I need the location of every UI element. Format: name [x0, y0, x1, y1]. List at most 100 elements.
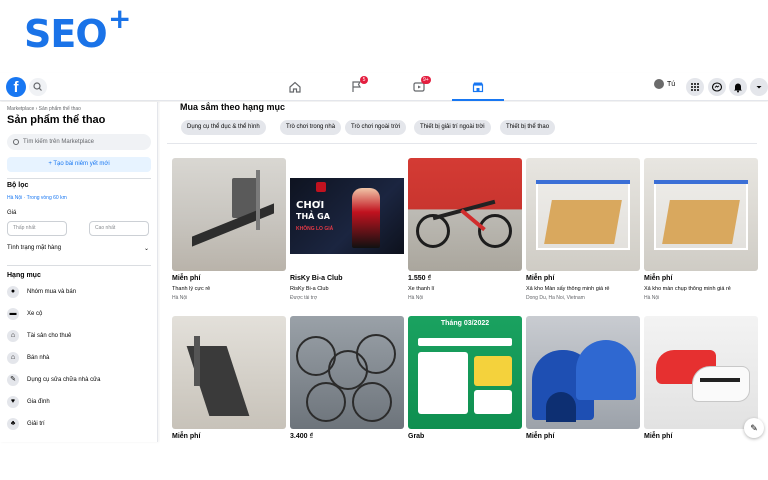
- listing-card[interactable]: Miễn phí: [172, 316, 286, 440]
- listing-card[interactable]: Miễn phí Xả kho Màn sấy thông minh giá r…: [526, 158, 640, 301]
- sidebar-item-vehicles[interactable]: ▬ Xe cộ: [7, 306, 151, 322]
- listing-card[interactable]: 1.550 ₫ Xe thanh lí Hà Nội: [408, 158, 522, 301]
- sidebar-item-label: Bán nhà: [27, 355, 50, 361]
- condition-dropdown[interactable]: Tình trạng mặt hàng ⌄: [7, 245, 151, 252]
- listing-price: Miễn phí: [526, 275, 555, 282]
- listing-photo: [644, 158, 758, 271]
- messenger-icon[interactable]: [708, 78, 726, 96]
- category-chip[interactable]: Thiết bị giải trí ngoài trời: [414, 120, 491, 135]
- listing-card[interactable]: Miễn phí: [526, 316, 640, 440]
- banner-text: THẢ GA: [296, 212, 330, 221]
- tab-home[interactable]: [266, 73, 324, 101]
- sidebar-item-label: Dụng cụ sửa chữa nhà cửa: [27, 377, 101, 383]
- listing-card[interactable]: Miễn phí: [644, 316, 758, 440]
- listing-sponsored: Được tài trợ: [290, 295, 318, 301]
- listing-card[interactable]: 3.400 ₫: [290, 316, 404, 440]
- tab-pages[interactable]: 5: [328, 73, 386, 101]
- listing-price: RisKy Bi-a Club: [290, 275, 343, 282]
- listing-location: Hà Nội: [408, 295, 424, 301]
- listing-photo: [290, 316, 404, 429]
- menu-grid-icon[interactable]: [686, 78, 704, 96]
- listing-price: Miễn phí: [172, 275, 201, 282]
- facebook-logo-icon[interactable]: f: [6, 77, 26, 97]
- listing-card[interactable]: Tháng 03/2022 Grab: [408, 316, 522, 440]
- sidebar-item-home-sales[interactable]: ⌂ Bán nhà: [7, 350, 151, 366]
- rental-icon: ⌂: [7, 330, 19, 342]
- listing-price: Miễn phí: [172, 433, 201, 440]
- search-icon[interactable]: [29, 78, 47, 96]
- category-chip[interactable]: Dụng cụ thể dục & thể hình: [181, 120, 266, 135]
- chevron-down-icon: ⌄: [143, 246, 149, 252]
- sidebar-item-label: Giải trí: [27, 421, 45, 427]
- listing-photo: [526, 158, 640, 271]
- condition-label: Tình trạng mặt hàng: [7, 245, 62, 251]
- entertainment-icon: ♣: [7, 418, 19, 430]
- listing-card[interactable]: Miễn phí Xả kho màn chụp thông minh giá …: [644, 158, 758, 301]
- category-chip[interactable]: Trò chơi trong nhà: [280, 120, 342, 135]
- account-chevron-icon[interactable]: [750, 78, 768, 96]
- category-chip[interactable]: Thiết bị thể thao: [500, 120, 556, 135]
- listing-photo: [172, 158, 286, 271]
- listing-price: Miễn phí: [526, 433, 555, 440]
- pages-badge: 5: [360, 76, 368, 84]
- sidebar-item-rentals[interactable]: ⌂ Tài sản cho thuê: [7, 328, 151, 344]
- divider: [7, 178, 151, 179]
- listing-title: Xả kho Màn sấy thông minh giá rẻ: [526, 286, 610, 292]
- sidebar-item-buy-sell-groups[interactable]: ● Nhóm mua và bán: [7, 284, 151, 300]
- listing-price: Miễn phí: [644, 275, 673, 282]
- listing-title: Xả kho màn chụp thông minh giá rẻ: [644, 286, 731, 292]
- shop-by-category-panel: Mua sắm theo hạng mục Dụng cụ thể dục & …: [167, 102, 757, 144]
- shop-by-category-heading: Mua sắm theo hạng mục: [180, 102, 286, 112]
- listing-photo: [526, 316, 640, 429]
- listing-card[interactable]: Miễn phí Thanh lý cực rẻ Hà Nội: [172, 158, 286, 301]
- listing-price: Miễn phí: [644, 433, 673, 440]
- divider: [7, 265, 151, 266]
- price-min-input[interactable]: Thấp nhất: [7, 221, 67, 236]
- seo-logo-text: SEO: [24, 12, 108, 56]
- listing-location: Dong Du, Ha Noi, Vietnam: [526, 295, 585, 301]
- top-navigation: f 5 9+ Tú: [0, 73, 768, 101]
- tab-marketplace[interactable]: [452, 73, 504, 101]
- seo-logo: SEO +: [24, 2, 131, 56]
- categories-heading: Hạng mục: [7, 272, 41, 279]
- create-listing-button[interactable]: + Tạo bài niêm yết mới: [7, 157, 151, 172]
- search-icon: [13, 139, 19, 145]
- profile-chip[interactable]: Tú: [654, 79, 684, 95]
- tab-watch[interactable]: 9+: [390, 73, 448, 101]
- search-input[interactable]: Tìm kiếm trên Marketplace: [7, 134, 151, 150]
- listing-photo: Tháng 03/2022: [408, 316, 522, 429]
- heart-icon: ♥: [7, 396, 19, 408]
- listing-location: Hà Nội: [644, 295, 660, 301]
- marketplace-icon: [472, 82, 484, 93]
- listing-photo: [172, 316, 286, 429]
- listing-location: Hà Nội: [172, 295, 188, 301]
- listing-price: Grab: [408, 433, 425, 440]
- category-chip[interactable]: Trò chơi ngoài trời: [345, 120, 406, 135]
- brand-area: SEO +: [0, 0, 768, 72]
- watch-badge: 9+: [421, 76, 431, 84]
- location-filter-link[interactable]: Hà Nội · Trong vòng 60 km: [7, 195, 67, 201]
- banner-text: KHÔNG LO GIÁ: [296, 226, 334, 232]
- sidebar-item-family[interactable]: ♥ Gia đình: [7, 394, 151, 410]
- price-max-input[interactable]: Cao nhất: [89, 221, 149, 236]
- new-message-button[interactable]: ✎: [744, 418, 764, 438]
- page: SEO + f 5 9+ Tú Marketplace › Sản phẩm t…: [0, 0, 768, 480]
- listing-photo: CHƠI THẢ GA KHÔNG LO GIÁ: [290, 158, 404, 271]
- search-placeholder: Tìm kiếm trên Marketplace: [23, 139, 95, 145]
- sidebar-item-entertainment[interactable]: ♣ Giải trí: [7, 416, 151, 432]
- promo-text: Tháng 03/2022: [440, 320, 490, 327]
- listing-title: Thanh lý cực rẻ: [172, 286, 211, 292]
- notifications-bell-icon[interactable]: [729, 78, 747, 96]
- wrench-icon: ✎: [7, 374, 19, 386]
- listing-title: Xe thanh lí: [408, 286, 435, 292]
- price-heading: Giá: [7, 210, 17, 216]
- marketplace-feed: Mua sắm theo hạng mục Dụng cụ thể dục & …: [160, 102, 768, 442]
- profile-name: Tú: [667, 80, 676, 88]
- page-title: Sản phẩm thể thao: [7, 114, 106, 126]
- breadcrumb[interactable]: Marketplace › Sản phẩm thể thao: [7, 106, 81, 112]
- listing-price: 1.550 ₫: [408, 275, 432, 282]
- listing-price: 3.400 ₫: [290, 433, 314, 440]
- sidebar-item-home-improvement[interactable]: ✎ Dụng cụ sửa chữa nhà cửa: [7, 372, 151, 388]
- avatar: [654, 79, 664, 89]
- listing-card[interactable]: CHƠI THẢ GA KHÔNG LO GIÁ RisKy Bi-a Club…: [290, 158, 404, 301]
